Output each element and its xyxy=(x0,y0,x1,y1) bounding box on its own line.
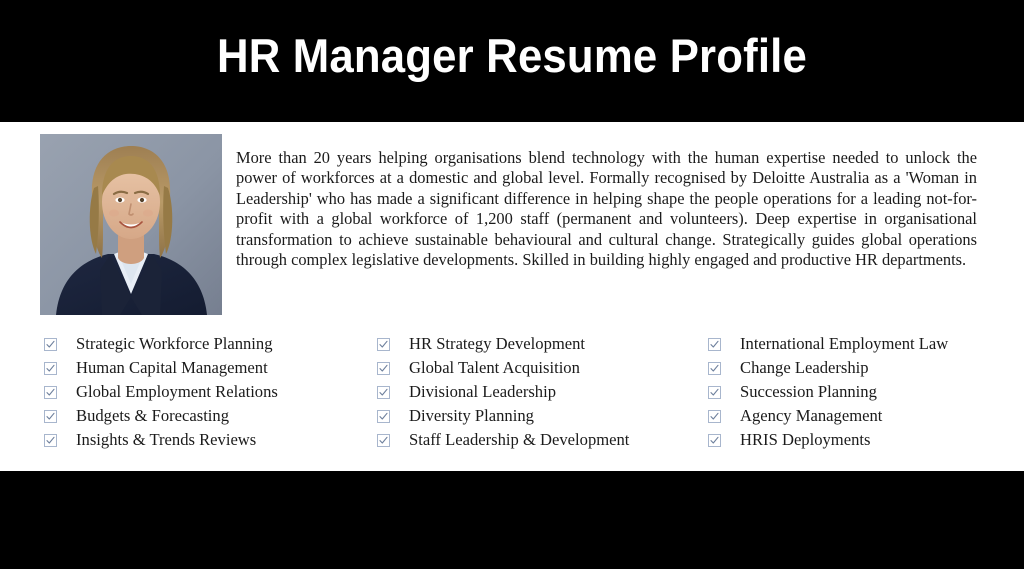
skill-label: Strategic Workforce Planning xyxy=(76,334,273,353)
checkbox-checked-icon[interactable] xyxy=(44,409,57,423)
skill-item[interactable]: Agency Management xyxy=(708,404,1008,428)
skill-item[interactable]: Global Talent Acquisition xyxy=(377,356,697,380)
skill-item[interactable]: International Employment Law xyxy=(708,332,1008,356)
profile-summary: More than 20 years helping organisations… xyxy=(236,148,977,270)
footer-band xyxy=(0,471,1024,569)
resume-profile-page: HR Manager Resume Profile More than 20 y… xyxy=(0,0,1024,569)
skill-label: Diversity Planning xyxy=(409,406,534,425)
skills-column-2: HR Strategy Development Global Talent Ac… xyxy=(377,332,697,452)
skill-item[interactable]: Strategic Workforce Planning xyxy=(44,332,364,356)
skill-item[interactable]: Succession Planning xyxy=(708,380,1008,404)
checkbox-checked-icon[interactable] xyxy=(44,433,57,447)
checkbox-checked-icon[interactable] xyxy=(44,361,57,375)
profile-photo xyxy=(40,134,222,315)
skill-item[interactable]: Divisional Leadership xyxy=(377,380,697,404)
skill-item[interactable]: Staff Leadership & Development xyxy=(377,428,697,452)
checkbox-checked-icon[interactable] xyxy=(377,433,390,447)
skill-item[interactable]: Change Leadership xyxy=(708,356,1008,380)
skill-label: Change Leadership xyxy=(740,358,869,377)
skill-label: HRIS Deployments xyxy=(740,430,871,449)
checkbox-checked-icon[interactable] xyxy=(708,409,721,423)
skill-label: HR Strategy Development xyxy=(409,334,586,353)
checkbox-checked-icon[interactable] xyxy=(44,337,57,351)
skill-item[interactable]: Budgets & Forecasting xyxy=(44,404,364,428)
skill-label: Global Employment Relations xyxy=(76,382,278,401)
page-title: HR Manager Resume Profile xyxy=(216,29,808,82)
skill-label: Budgets & Forecasting xyxy=(76,406,230,425)
checkbox-checked-icon[interactable] xyxy=(377,385,390,399)
skill-label: Staff Leadership & Development xyxy=(409,430,630,449)
checkbox-checked-icon[interactable] xyxy=(708,361,721,375)
skill-item[interactable]: HR Strategy Development xyxy=(377,332,697,356)
skill-item[interactable]: Global Employment Relations xyxy=(44,380,364,404)
content-area: More than 20 years helping organisations… xyxy=(0,122,1024,471)
skill-item[interactable]: Human Capital Management xyxy=(44,356,364,380)
skill-item[interactable]: HRIS Deployments xyxy=(708,428,1008,452)
skill-label: International Employment Law xyxy=(740,334,949,353)
checkbox-checked-icon[interactable] xyxy=(708,385,721,399)
checkbox-checked-icon[interactable] xyxy=(44,385,57,399)
skills-column-1: Strategic Workforce Planning Human Capit… xyxy=(44,332,364,452)
skills-list: Strategic Workforce Planning Human Capit… xyxy=(0,332,1024,462)
skills-column-3: International Employment Law Change Lead… xyxy=(708,332,1008,452)
skill-item[interactable]: Diversity Planning xyxy=(377,404,697,428)
checkbox-checked-icon[interactable] xyxy=(708,433,721,447)
skill-label: Agency Management xyxy=(740,406,883,425)
skill-item[interactable]: Insights & Trends Reviews xyxy=(44,428,364,452)
checkbox-checked-icon[interactable] xyxy=(377,361,390,375)
skill-label: Succession Planning xyxy=(740,382,877,401)
skill-label: Insights & Trends Reviews xyxy=(76,430,257,449)
skill-label: Divisional Leadership xyxy=(409,382,557,401)
header-band: HR Manager Resume Profile xyxy=(0,0,1024,122)
checkbox-checked-icon[interactable] xyxy=(377,409,390,423)
checkbox-checked-icon[interactable] xyxy=(377,337,390,351)
skill-label: Global Talent Acquisition xyxy=(409,358,580,377)
headshot-image xyxy=(40,134,222,315)
skill-label: Human Capital Management xyxy=(76,358,268,377)
checkbox-checked-icon[interactable] xyxy=(708,337,721,351)
